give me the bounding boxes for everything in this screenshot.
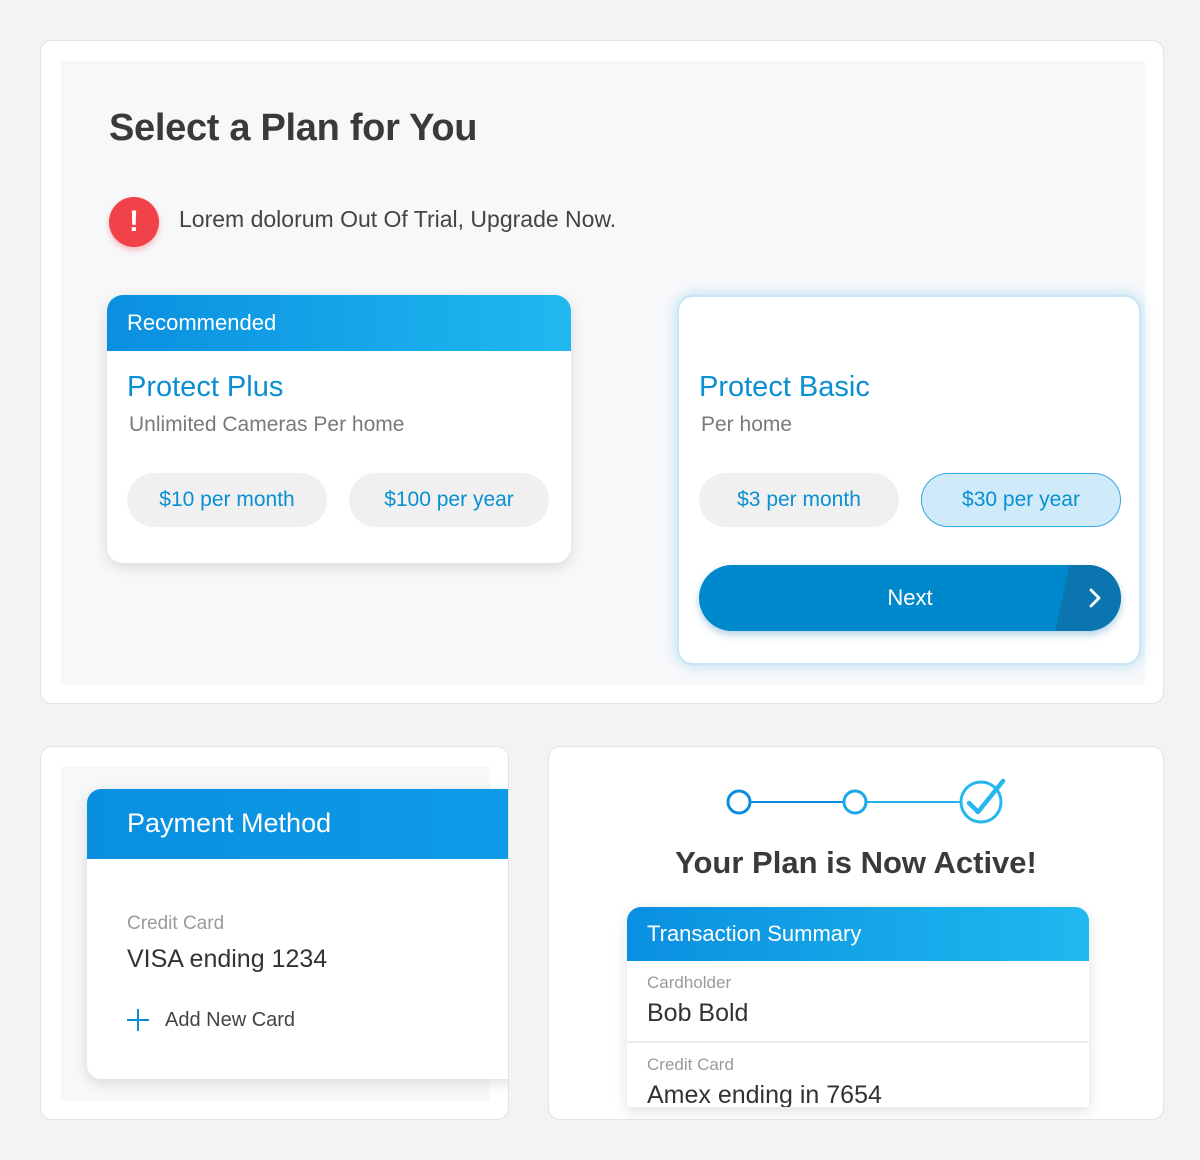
select-plan-panel: Select a Plan for You ! Lorem dolorum Ou… (61, 61, 1145, 685)
yearly-price-option-selected[interactable]: $30 per year (921, 473, 1121, 527)
exclamation-circle-icon: ! (109, 197, 159, 247)
plan-card-protect-basic[interactable]: Protect Basic Per home $3 per month $30 … (677, 295, 1141, 665)
step-2-circle (842, 789, 868, 815)
step-1-circle (726, 789, 752, 815)
yearly-price-option[interactable]: $100 per year (349, 473, 549, 527)
monthly-price-option[interactable]: $10 per month (127, 473, 327, 527)
chevron-right-icon (1055, 565, 1121, 631)
select-plan-frame: Select a Plan for You ! Lorem dolorum Ou… (40, 40, 1164, 704)
check-circle-icon (959, 778, 1006, 824)
page-title: Select a Plan for You (109, 107, 478, 149)
payment-method-title: Payment Method (87, 789, 508, 859)
trial-alert-text: Lorem dolorum Out Of Trial, Upgrade Now. (179, 206, 617, 232)
transaction-summary-title: Transaction Summary (627, 907, 1089, 961)
transaction-summary-card: Transaction Summary Cardholder Bob Bold … (627, 907, 1089, 1107)
cardholder-value: Bob Bold (647, 999, 749, 1027)
cardholder-label: Cardholder (647, 973, 732, 992)
add-new-card-label: Add New Card (165, 1008, 296, 1031)
credit-card-value[interactable]: VISA ending 1234 (127, 945, 327, 974)
recommended-badge: Recommended (107, 295, 571, 351)
next-button-label: Next (887, 585, 933, 610)
plus-icon (125, 1007, 151, 1033)
progress-stepper (723, 775, 1013, 829)
credit-card-label: Credit Card (127, 913, 225, 934)
plan-name: Protect Plus (127, 371, 284, 403)
credit-card-value: Amex ending in 7654 (647, 1081, 882, 1107)
add-new-card-button[interactable]: Add New Card (125, 1007, 295, 1033)
monthly-price-option[interactable]: $3 per month (699, 473, 899, 527)
payment-method-card: Payment Method Credit Card VISA ending 1… (87, 789, 508, 1079)
plan-active-frame: Your Plan is Now Active! Transaction Sum… (548, 746, 1164, 1120)
payment-frame: Payment Method Credit Card VISA ending 1… (40, 746, 509, 1120)
next-button[interactable]: Next (699, 565, 1121, 631)
plan-card-protect-plus[interactable]: Recommended Protect Plus Unlimited Camer… (107, 295, 571, 563)
plan-active-title: Your Plan is Now Active! (675, 845, 1037, 880)
credit-card-label: Credit Card (647, 1055, 734, 1074)
plan-description: Unlimited Cameras Per home (129, 413, 405, 436)
plan-name: Protect Basic (699, 371, 870, 403)
plan-description: Per home (701, 413, 793, 436)
divider (627, 1041, 1089, 1043)
